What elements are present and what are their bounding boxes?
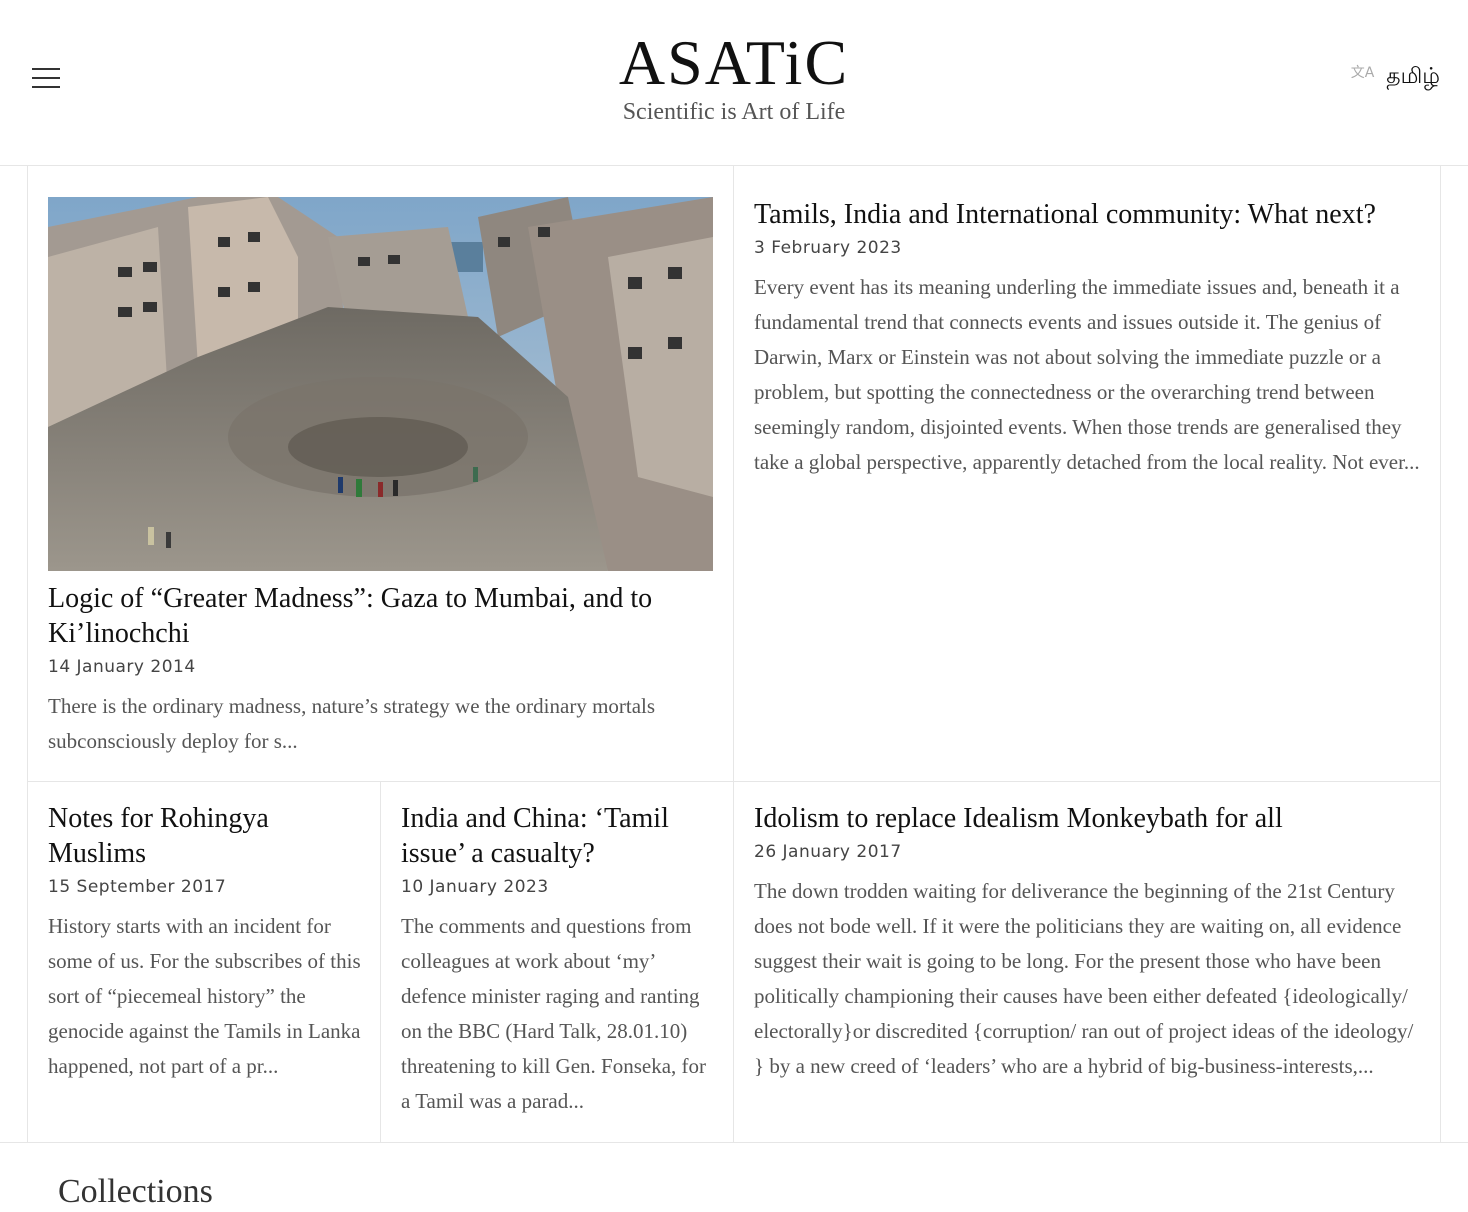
post-date: 10 January 2023 <box>401 877 549 897</box>
post-date: 15 September 2017 <box>48 877 227 897</box>
collections-heading: Collections <box>58 1173 213 1210</box>
grid-divider <box>27 166 28 1143</box>
post-title[interactable]: Notes for Rohingya Muslims <box>48 801 308 871</box>
posts-grid: Logic of “Greater Madness”: Gaza to Mumb… <box>0 166 1468 1143</box>
post-excerpt: There is the ordinary madness, nature’s … <box>48 694 656 753</box>
post-card: Notes for Rohingya Muslims 15 September … <box>48 801 363 1084</box>
site-header: ASATiC Scientific is Art of Life 文A தமிழ… <box>0 0 1468 166</box>
post-title[interactable]: India and China: ‘Tamil issue’ a casualt… <box>401 801 681 871</box>
language-label[interactable]: தமிழ் <box>1386 64 1440 92</box>
post-card: Idolism to replace Idealism Monkeybath f… <box>754 801 1424 1084</box>
post-excerpt: History starts with an incident for some… <box>48 914 361 1078</box>
site-title[interactable]: ASATiC <box>0 30 1468 96</box>
grid-divider <box>380 781 381 1143</box>
grid-divider <box>1440 166 1441 1143</box>
post-title[interactable]: Idolism to replace Idealism Monkeybath f… <box>754 801 1424 836</box>
post-excerpt: The down trodden waiting for deliverance… <box>754 879 1414 1078</box>
language-switcher[interactable]: 文A தமிழ் <box>1351 64 1440 92</box>
translate-icon: 文A <box>1350 65 1375 81</box>
post-title[interactable]: Tamils, India and International communit… <box>754 197 1424 232</box>
post-date: 3 February 2023 <box>754 238 902 258</box>
post-date: 26 January 2017 <box>754 842 902 862</box>
grid-divider <box>27 781 1441 782</box>
site-tagline: Scientific is Art of Life <box>622 99 846 125</box>
post-excerpt: Every event has its meaning underling th… <box>754 275 1420 474</box>
post-title[interactable]: Logic of “Greater Madness”: Gaza to Mumb… <box>48 581 713 651</box>
post-card: India and China: ‘Tamil issue’ a casualt… <box>401 801 716 1119</box>
post-thumbnail-image[interactable] <box>48 197 713 571</box>
post-card: Logic of “Greater Madness”: Gaza to Mumb… <box>48 197 713 759</box>
grid-divider <box>0 1142 1468 1143</box>
post-card: Tamils, India and International communit… <box>754 197 1424 480</box>
grid-divider <box>733 166 734 1143</box>
post-date: 14 January 2014 <box>48 657 196 677</box>
post-excerpt: The comments and questions from colleagu… <box>401 914 707 1113</box>
